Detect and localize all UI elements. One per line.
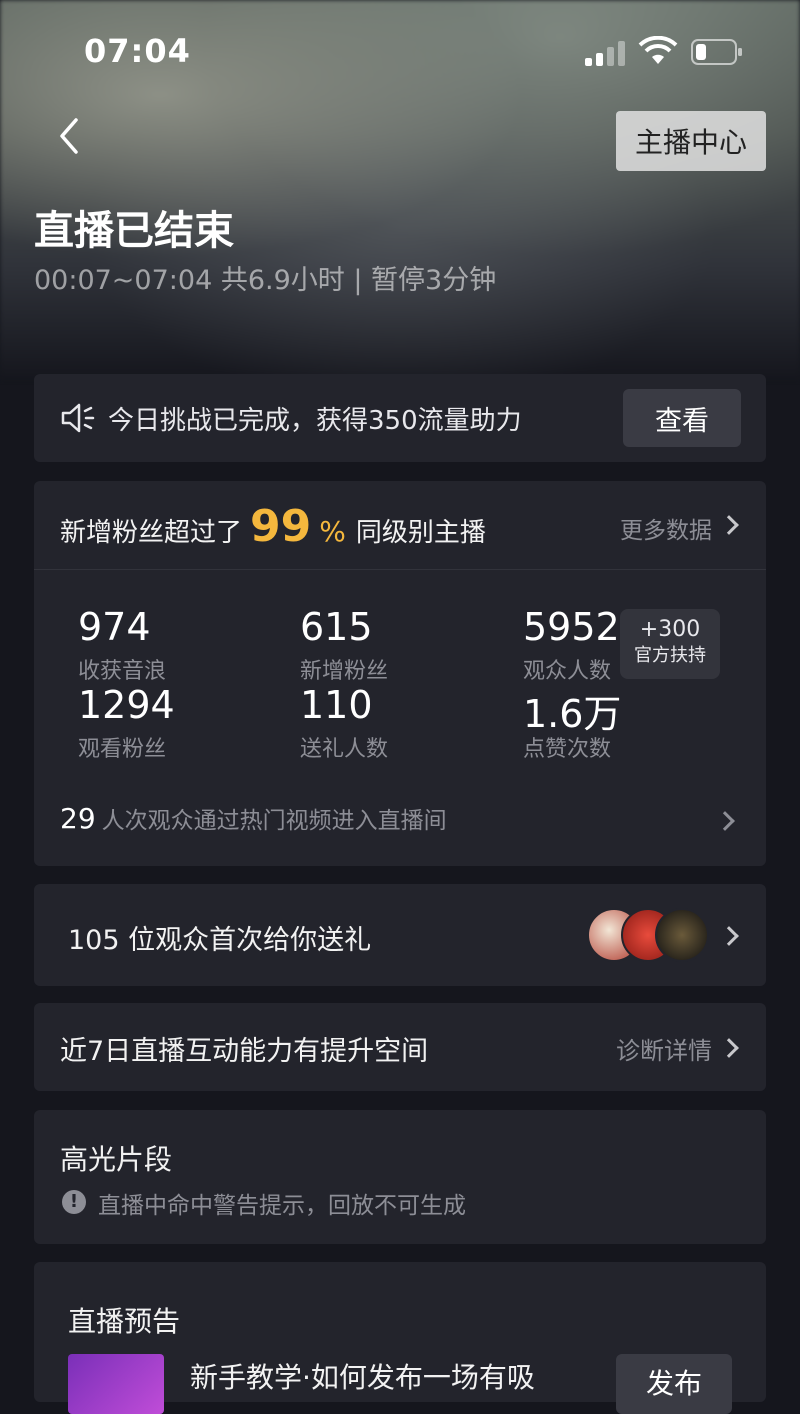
metric-label: 收获音浪 <box>78 659 167 684</box>
highlight-warning-text: 直播中命中警告提示，回放不可生成 <box>98 1193 466 1219</box>
anchor-center-button[interactable]: 主播中心 <box>616 111 766 171</box>
first-gift-card[interactable]: 105 位观众首次给你送礼 <box>34 884 766 986</box>
interaction-diagnosis-card[interactable]: 近7日直播互动能力有提升空间 诊断详情 <box>34 1003 766 1091</box>
first-gift-text: 105 位观众首次给你送礼 <box>68 925 372 956</box>
headline-percent-sign: % <box>319 515 346 548</box>
metric-label: 观看粉丝 <box>78 737 167 762</box>
official-support-badge: +300 官方扶持 <box>620 609 720 679</box>
metric-label: 新增粉丝 <box>300 659 389 684</box>
chevron-right-icon <box>719 1038 739 1058</box>
fan-growth-headline: 新增粉丝超过了 99 % 同级别主播 <box>60 501 486 552</box>
metric-label: 观众人数 <box>523 659 612 684</box>
support-label: 官方扶持 <box>634 645 706 666</box>
live-stats-card: 新增粉丝超过了 99 % 同级别主播 更多数据 974 收获音浪 615 新增粉… <box>34 481 766 866</box>
course-title[interactable]: 新手教学·如何发布一场有吸 <box>190 1356 535 1396</box>
diagnosis-detail-link[interactable]: 诊断详情 <box>616 1031 712 1066</box>
metric-value: 615 <box>300 605 373 649</box>
chevron-right-icon <box>719 515 739 535</box>
headline-suffix: 同级别主播 <box>355 518 486 548</box>
diagnosis-text: 近7日直播互动能力有提升空间 <box>60 1036 429 1067</box>
headline-prefix: 新增粉丝超过了 <box>60 518 243 548</box>
hot-count: 29 <box>60 802 96 835</box>
support-amount: +300 <box>639 617 701 642</box>
metric-value: 1294 <box>78 683 175 727</box>
metric-value: 5952 <box>523 605 620 649</box>
avatar <box>655 908 709 962</box>
hot-video-entry-row[interactable]: 29 人次观众通过热门视频进入直播间 <box>60 801 447 835</box>
view-button[interactable]: 查看 <box>623 389 741 447</box>
status-time: 07:04 <box>84 32 191 70</box>
challenge-notice-card: 今日挑战已完成，获得350流量助力 查看 <box>34 374 766 462</box>
course-thumbnail[interactable] <box>68 1354 164 1414</box>
highlight-title: 高光片段 <box>60 1143 173 1176</box>
chevron-right-icon <box>719 926 739 946</box>
signal-icon <box>585 38 629 66</box>
metric-label: 点赞次数 <box>523 737 612 762</box>
divider <box>34 569 766 570</box>
highlight-clips-card: 高光片段 ! 直播中命中警告提示，回放不可生成 <box>34 1110 766 1244</box>
wifi-icon <box>638 36 678 64</box>
metric-value: 1.6万 <box>523 692 622 736</box>
gift-avatars <box>587 908 709 962</box>
metric-label: 送礼人数 <box>300 737 389 762</box>
more-data-link[interactable]: 更多数据 <box>620 511 712 545</box>
hot-text: 人次观众通过热门视频进入直播间 <box>101 808 447 834</box>
live-duration-summary: 00:07~07:04 共6.9小时 | 暂停3分钟 <box>34 265 497 296</box>
battery-icon <box>691 39 742 65</box>
warning-icon: ! <box>62 1190 86 1214</box>
speaker-icon <box>61 403 95 433</box>
metric-value: 110 <box>300 683 373 727</box>
chevron-right-icon <box>715 811 735 831</box>
preview-title: 直播预告 <box>68 1305 181 1338</box>
challenge-notice-text: 今日挑战已完成，获得350流量助力 <box>108 406 522 436</box>
back-icon[interactable] <box>52 112 92 160</box>
page-title: 直播已结束 <box>34 208 234 254</box>
live-preview-card: 直播预告 新手教学·如何发布一场有吸 发布 <box>34 1262 766 1414</box>
headline-percent: 99 <box>250 501 312 552</box>
metric-value: 974 <box>78 605 151 649</box>
publish-button[interactable]: 发布 <box>616 1354 732 1414</box>
